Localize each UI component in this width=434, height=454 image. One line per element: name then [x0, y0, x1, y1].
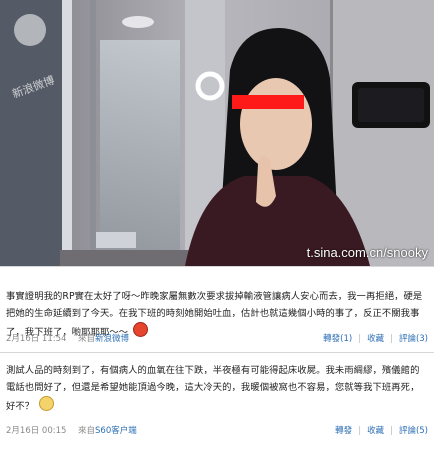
- favorite-link[interactable]: 收藏: [367, 334, 384, 344]
- comment-link[interactable]: 評論(5): [399, 426, 428, 436]
- favorite-link[interactable]: 收藏: [367, 426, 384, 436]
- forward-link[interactable]: 轉發: [335, 426, 352, 436]
- source-link[interactable]: S60客户端: [95, 426, 137, 436]
- post-meta: 2月16日 00:15 來自S60客户端 轉發 | 收藏 | 評論(5): [6, 424, 428, 438]
- source-link[interactable]: 新浪微博: [95, 334, 129, 344]
- post-actions: 轉發(1) | 收藏 | 評論(3): [323, 334, 428, 344]
- divider: [0, 352, 434, 353]
- photo-watermark: t.sina.com.cn/snooky: [306, 245, 428, 260]
- post-text: 測試人品的時刻到了，有個病人的血氧在往下跌，半夜極有可能得起床收屍。我未雨綢繆，…: [6, 362, 428, 415]
- comment-link[interactable]: 評論(3): [399, 334, 428, 344]
- post-body: 測試人品的時刻到了，有個病人的血氧在往下跌，半夜極有可能得起床收屍。我未雨綢繆，…: [6, 365, 420, 412]
- post-body: 事實證明我的RP實在太好了呀～昨晚家屬無數次要求拔掉輸液管讓病人安心而去，我一再…: [6, 291, 423, 338]
- profile-photo: 新浪微博 t.sina.com.cn/snooky: [0, 0, 434, 266]
- divider: [0, 266, 434, 267]
- post-time[interactable]: 2月16日 11:54: [6, 332, 66, 344]
- post-meta: 2月16日 11:54 來自新浪微博 轉發(1) | 收藏 | 評論(3): [6, 332, 428, 346]
- post-source: 來自S60客户端: [78, 426, 137, 436]
- post-actions: 轉發 | 收藏 | 評論(5): [335, 426, 428, 436]
- forward-link[interactable]: 轉發(1): [323, 334, 352, 344]
- smile-face-icon: [39, 396, 55, 411]
- post-time[interactable]: 2月16日 00:15: [6, 424, 66, 436]
- mirror-selfie-illustration: 新浪微博: [0, 0, 434, 266]
- post-source: 來自新浪微博: [78, 334, 130, 344]
